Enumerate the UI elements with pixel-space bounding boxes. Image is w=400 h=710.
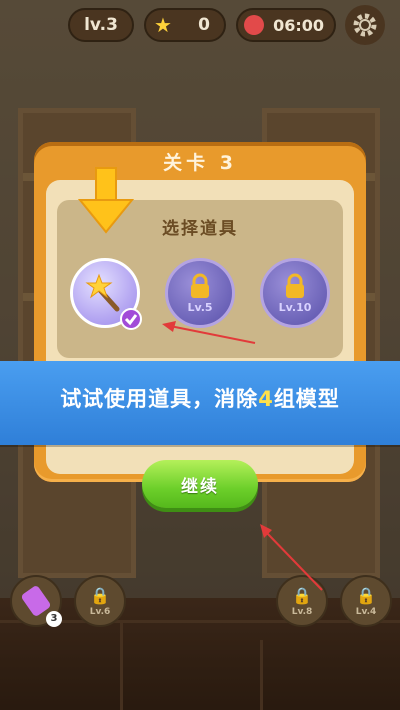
item-level-label: Lv.5 — [187, 300, 213, 314]
battery-item-icon — [20, 584, 52, 618]
tray-item-slot[interactable]: 3 — [10, 575, 62, 627]
tray-slot-locked[interactable]: 🔒 Lv.6 — [74, 575, 126, 627]
hint-text: 试试使用道具，消除4组模型 — [0, 383, 400, 413]
timer-text: 06:00 — [273, 15, 324, 35]
pointer-arrow-icon — [162, 321, 256, 344]
hint-text-start: 试试使用道具，消除 — [60, 387, 259, 411]
tray-slot-level: Lv.4 — [355, 606, 377, 617]
timer-icon — [244, 15, 264, 35]
level-pill: lv.3 — [68, 8, 134, 42]
hint-highlight-number: 4 — [258, 387, 274, 411]
continue-button[interactable]: 继续 — [142, 460, 258, 508]
level-text: lv.3 — [84, 15, 118, 35]
stars-pill: ★ 0 — [144, 8, 226, 42]
settings-button[interactable] — [345, 5, 385, 45]
hint-text-end: 组模型 — [273, 387, 340, 411]
selected-check-icon — [120, 308, 142, 330]
select-item-heading: 选择道具 — [162, 219, 238, 239]
padlock-icon — [191, 273, 209, 298]
stars-count: 0 — [198, 15, 210, 35]
tray-slot-locked[interactable]: 🔒 Lv.4 — [340, 575, 392, 627]
gear-icon — [353, 13, 377, 37]
lock-icon: 🔒 — [90, 585, 110, 605]
tray-slot-level: Lv.6 — [89, 606, 111, 617]
padlock-icon — [286, 273, 304, 298]
pointer-arrow-icon — [260, 524, 323, 591]
item-level-label: Lv.10 — [278, 300, 312, 314]
dialog-title: 关卡 3 — [163, 152, 237, 174]
item-count-badge: 3 — [46, 611, 62, 627]
down-arrow-icon — [78, 167, 134, 234]
locked-item-lv10[interactable]: Lv.10 — [260, 258, 330, 328]
lock-icon: 🔒 — [356, 585, 376, 605]
tray-slot-level: Lv.8 — [291, 606, 313, 617]
star-icon: ★ — [154, 13, 172, 37]
magic-wand-icon — [85, 273, 120, 312]
timer-pill: 06:00 — [236, 8, 336, 42]
